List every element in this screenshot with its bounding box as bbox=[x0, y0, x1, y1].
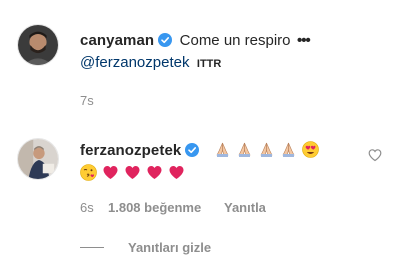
folded-hands-icon bbox=[280, 141, 297, 158]
translate-tag[interactable]: ITTR bbox=[197, 58, 221, 70]
reply-button[interactable]: Yanıtla bbox=[224, 200, 266, 215]
like-comment-heart-icon[interactable] bbox=[368, 148, 382, 162]
hide-replies-line bbox=[80, 247, 104, 248]
heart-eyes-icon bbox=[302, 141, 320, 158]
folded-hands-icon bbox=[214, 141, 231, 158]
comment-username[interactable]: ferzanozpetek bbox=[80, 142, 181, 159]
post-timestamp: 7s bbox=[80, 93, 94, 108]
folded-hands-icon bbox=[258, 141, 275, 158]
red-heart-icon bbox=[146, 164, 163, 181]
comment-line-1: ferzanozpetek bbox=[80, 141, 324, 160]
post-mention-line: @ferzanozpetek ITTR bbox=[80, 54, 221, 72]
red-heart-icon bbox=[168, 164, 185, 181]
hide-replies-button[interactable]: Yanıtları gizle bbox=[128, 240, 211, 255]
verified-badge-icon bbox=[158, 33, 173, 47]
red-heart-icon bbox=[124, 164, 141, 181]
comment-author-avatar[interactable] bbox=[17, 138, 59, 180]
comment-likes-count[interactable]: 1.808 beğenme bbox=[108, 200, 201, 215]
post-username[interactable]: canyaman bbox=[80, 32, 154, 49]
red-heart-icon bbox=[102, 164, 119, 181]
mention-link[interactable]: @ferzanozpetek bbox=[80, 54, 189, 71]
comment-timestamp: 6s bbox=[80, 200, 94, 215]
comment-line-2 bbox=[80, 164, 190, 183]
post-caption-text: Come un respiro bbox=[179, 32, 291, 49]
more-options-icon[interactable]: ••• bbox=[297, 32, 311, 49]
post-caption-line: canyaman Come un respiro ••• bbox=[80, 32, 311, 50]
post-author-avatar[interactable] bbox=[17, 24, 59, 66]
folded-hands-icon bbox=[236, 141, 253, 158]
kissing-face-icon bbox=[80, 164, 97, 181]
verified-badge-icon bbox=[185, 143, 200, 157]
